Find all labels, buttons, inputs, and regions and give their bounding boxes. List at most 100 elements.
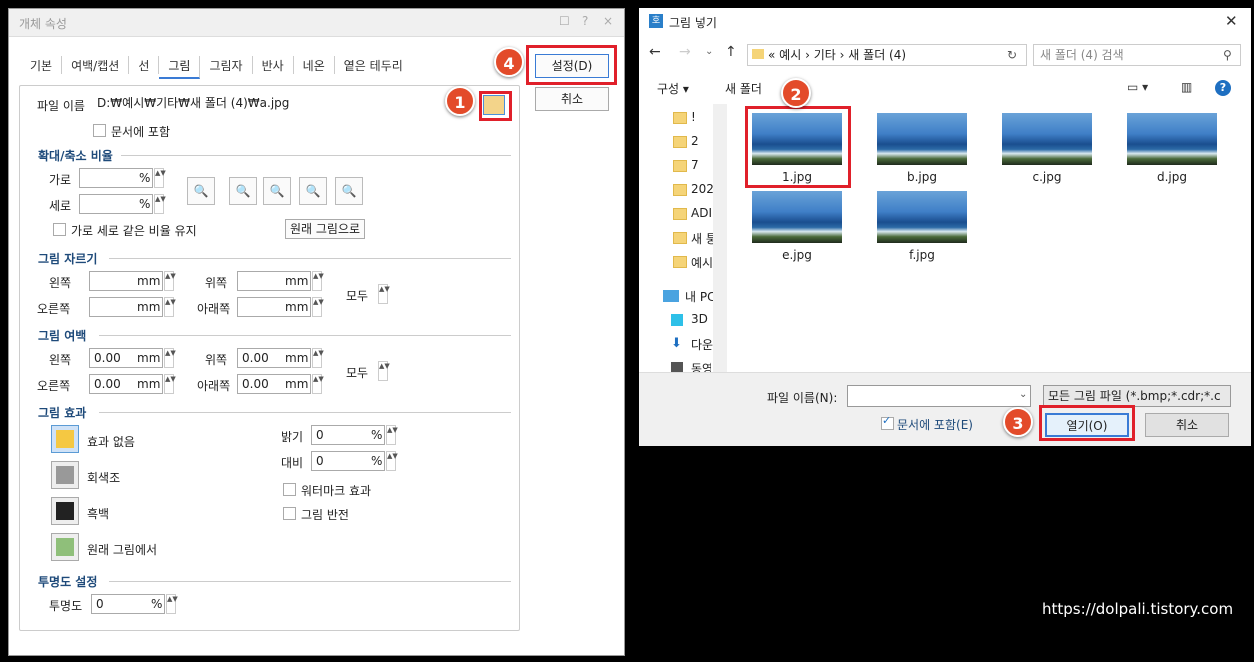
- preview-pane-icon[interactable]: ▥: [1181, 80, 1192, 94]
- height-spinner[interactable]: ▲▼: [154, 194, 166, 214]
- scrollbar[interactable]: [713, 104, 727, 372]
- from-original-label: 원래 그림에서: [87, 543, 158, 557]
- zoom-100-icon[interactable]: 🔍: [187, 177, 215, 205]
- chevron-down-icon[interactable]: ⌄: [1019, 389, 1027, 400]
- file-name[interactable]: d.jpg: [1127, 170, 1217, 184]
- brightness-spinner[interactable]: ▲▼: [386, 425, 398, 445]
- thumbnail-image[interactable]: [1002, 113, 1092, 165]
- mm-unit: mm: [137, 351, 161, 365]
- mm-unit: mm: [285, 300, 309, 314]
- file-name[interactable]: e.jpg: [752, 248, 842, 262]
- close-icon[interactable]: ×: [603, 14, 613, 28]
- tab-neon[interactable]: 네온: [294, 56, 335, 74]
- file-name[interactable]: b.jpg: [877, 170, 967, 184]
- help-icon[interactable]: ?: [1215, 80, 1231, 96]
- address-bar[interactable]: « 예시 › 기타 › 새 폴더 (4): [747, 44, 1027, 66]
- new-folder-button[interactable]: 새 폴더: [725, 80, 762, 97]
- margin-left-spinner[interactable]: ▲▼: [164, 348, 176, 368]
- embed-checkbox[interactable]: [93, 124, 106, 137]
- watermark-checkbox[interactable]: [283, 483, 296, 496]
- recent-dropdown-icon[interactable]: ⌄: [705, 46, 713, 57]
- step-badge: 1: [445, 86, 475, 116]
- from-original-icon[interactable]: [51, 533, 79, 561]
- folder-icon: [673, 184, 687, 196]
- organize-button[interactable]: 구성 ▾: [657, 80, 689, 97]
- percent-unit: %: [139, 171, 151, 185]
- tab-soft-edge[interactable]: 옅은 테두리: [335, 56, 412, 74]
- file-type-select[interactable]: 모든 그림 파일 (*.bmp;*.cdr;*.c: [1043, 385, 1231, 407]
- tab-picture[interactable]: 그림: [159, 56, 201, 79]
- path-item[interactable]: 새 폴더 (4): [848, 48, 906, 62]
- margin-all-spinner[interactable]: ▲▼: [378, 361, 390, 381]
- margin-right-spinner[interactable]: ▲▼: [164, 374, 176, 394]
- download-icon: ⬇: [671, 336, 682, 351]
- path-separator: ›: [839, 48, 845, 62]
- zoom-double-icon[interactable]: 🔍: [335, 177, 363, 205]
- crop-top-spinner[interactable]: ▲▼: [312, 271, 324, 291]
- file-name[interactable]: c.jpg: [1002, 170, 1092, 184]
- keep-ratio-checkbox[interactable]: [53, 223, 66, 236]
- tab-line[interactable]: 선: [129, 56, 160, 74]
- width-spinner[interactable]: ▲▼: [154, 168, 166, 188]
- no-effect-icon[interactable]: [51, 425, 79, 453]
- app-icon: 호: [649, 14, 663, 28]
- zoom-three-halves-icon[interactable]: 🔍: [299, 177, 327, 205]
- tab-strip: 기본 여백/캡션 선 그림 그림자 반사 네온 옅은 테두리: [21, 53, 412, 81]
- mm-unit: mm: [285, 274, 309, 288]
- thumbnail-image[interactable]: [1127, 113, 1217, 165]
- invert-checkbox[interactable]: [283, 507, 296, 520]
- refresh-icon[interactable]: ↻: [1007, 48, 1017, 62]
- restore-icon[interactable]: ☐: [559, 14, 570, 28]
- transparency-spinner[interactable]: ▲▼: [166, 594, 178, 614]
- crop-bottom-label: 아래쪽: [197, 302, 231, 316]
- crop-bottom-spinner[interactable]: ▲▼: [312, 297, 324, 317]
- crop-left-label: 왼쪽: [49, 276, 72, 290]
- forward-arrow-icon[interactable]: →: [679, 44, 691, 60]
- crop-right-spinner[interactable]: ▲▼: [164, 297, 176, 317]
- file-name[interactable]: f.jpg: [877, 248, 967, 262]
- file-name-label: 파일 이름: [37, 99, 85, 113]
- percent-unit: %: [151, 597, 163, 611]
- watermark-label: 워터마크 효과: [301, 484, 372, 498]
- view-icon[interactable]: ▭ ▾: [1127, 80, 1148, 94]
- file-name-input[interactable]: D:₩예시₩기타₩새 폴더 (4)₩a.jpg: [93, 94, 477, 114]
- cancel-button[interactable]: 취소: [1145, 413, 1229, 437]
- mm-unit: mm: [285, 351, 309, 365]
- search-input[interactable]: 새 폴더 (4) 검색: [1033, 44, 1241, 66]
- navigation-bar: ← → ⌄ ↑ « 예시 › 기타 › 새 폴더 (4) ↻ 새 폴더 (4) …: [639, 38, 1251, 70]
- margin-top-spinner[interactable]: ▲▼: [312, 348, 324, 368]
- divider: [99, 412, 511, 413]
- thumbnail-image[interactable]: [752, 191, 842, 243]
- divider: [121, 155, 511, 156]
- crop-left-spinner[interactable]: ▲▼: [164, 271, 176, 291]
- filename-input[interactable]: [847, 385, 1031, 407]
- folder-icon: [673, 208, 687, 220]
- mm-unit: mm: [137, 274, 161, 288]
- grayscale-icon[interactable]: [51, 461, 79, 489]
- close-icon[interactable]: ✕: [1225, 12, 1238, 30]
- tab-reflection[interactable]: 반사: [253, 56, 294, 74]
- tab-basic[interactable]: 기본: [21, 56, 63, 74]
- transparency-section-title: 투명도 설정: [38, 575, 98, 589]
- thumbnail-image[interactable]: [877, 191, 967, 243]
- help-icon[interactable]: ?: [582, 14, 588, 28]
- path-item[interactable]: 예시: [779, 48, 801, 62]
- zoom-two-thirds-icon[interactable]: 🔍: [263, 177, 291, 205]
- margin-bottom-spinner[interactable]: ▲▼: [312, 374, 324, 394]
- tab-shadow[interactable]: 그림자: [200, 56, 253, 74]
- thumbnail-image[interactable]: [877, 113, 967, 165]
- cancel-button[interactable]: 취소: [535, 87, 609, 111]
- zoom-half-icon[interactable]: 🔍: [229, 177, 257, 205]
- margin-section-title: 그림 여백: [38, 329, 87, 343]
- percent-unit: %: [371, 454, 383, 468]
- path-item[interactable]: 기타: [814, 48, 836, 62]
- checkmark-icon: ✓: [882, 414, 892, 427]
- up-arrow-icon[interactable]: ↑: [725, 44, 737, 60]
- tab-margin-caption[interactable]: 여백/캡션: [62, 56, 130, 74]
- back-arrow-icon[interactable]: ←: [649, 44, 661, 60]
- black-white-icon[interactable]: [51, 497, 79, 525]
- crop-all-spinner[interactable]: ▲▼: [378, 284, 390, 304]
- original-picture-button[interactable]: 원래 그림으로: [285, 219, 365, 239]
- percent-unit: %: [139, 197, 151, 211]
- contrast-spinner[interactable]: ▲▼: [386, 451, 398, 471]
